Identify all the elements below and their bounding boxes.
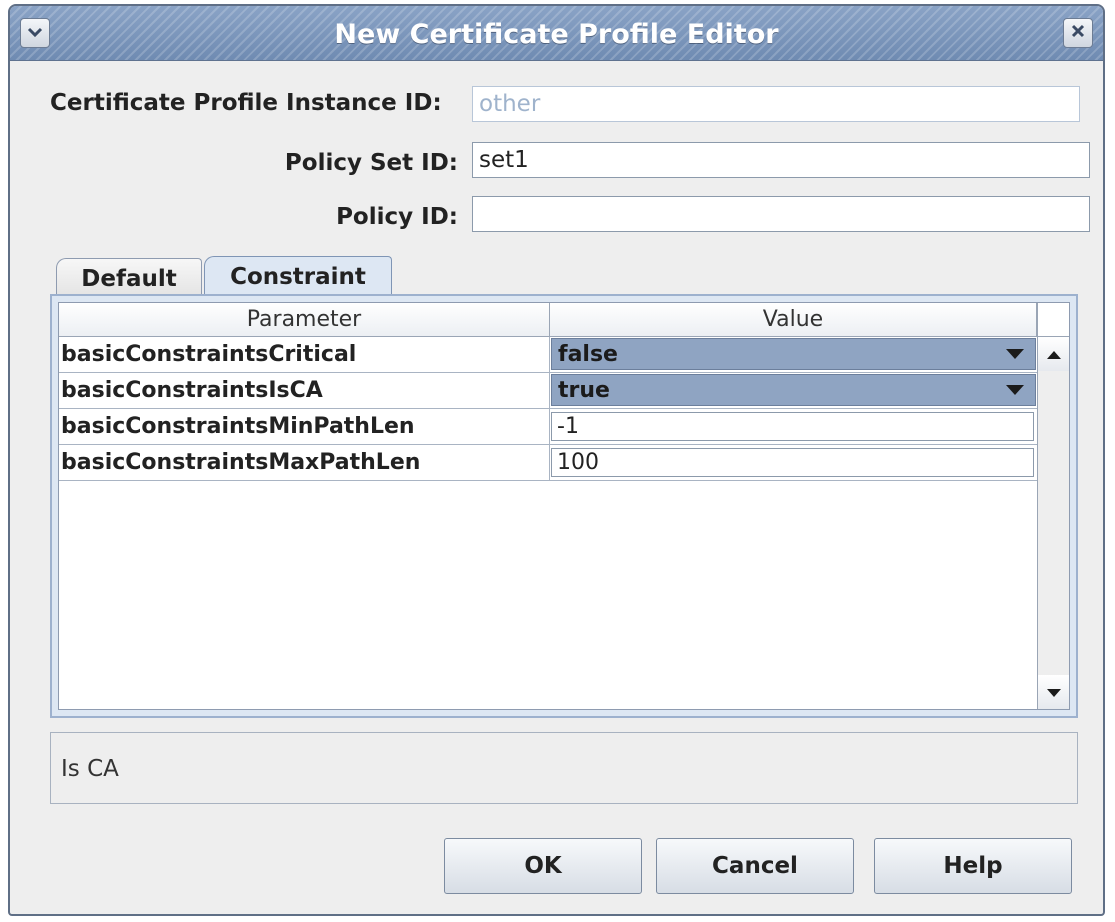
value-cell[interactable]: false — [550, 337, 1037, 373]
parameter-cell[interactable]: basicConstraintsIsCA — [59, 373, 550, 409]
value-cell[interactable]: 100 — [550, 445, 1037, 481]
triangle-down-icon[interactable] — [995, 375, 1035, 405]
table-row[interactable]: basicConstraintsCritical false — [59, 337, 1037, 373]
instance-id-label: Certificate Profile Instance ID: — [50, 90, 442, 116]
instance-id-field: other — [472, 86, 1080, 122]
help-button[interactable]: Help — [874, 838, 1072, 894]
scrollbar-corner — [1038, 303, 1069, 337]
window-title: New Certificate Profile Editor — [334, 19, 779, 50]
table-row[interactable]: basicConstraintsMaxPathLen 100 — [59, 445, 1037, 481]
scroll-down-button[interactable] — [1038, 675, 1069, 709]
triangle-down-icon[interactable] — [995, 339, 1035, 369]
value-text-input[interactable]: 100 — [551, 448, 1034, 477]
parameter-cell[interactable]: basicConstraintsMaxPathLen — [59, 445, 550, 481]
table-row[interactable]: basicConstraintsMinPathLen -1 — [59, 409, 1037, 445]
vertical-scrollbar[interactable] — [1037, 303, 1069, 709]
dropdown-selected-value: true — [558, 378, 610, 403]
parameter-cell[interactable]: basicConstraintsCritical — [59, 337, 550, 373]
scroll-up-button[interactable] — [1038, 337, 1069, 371]
ok-button[interactable]: OK — [444, 838, 642, 894]
close-icon — [1070, 23, 1086, 43]
triangle-down-icon — [1046, 683, 1062, 702]
dialog-window: New Certificate Profile Editor Certifica… — [8, 4, 1105, 916]
constraint-tab-panel: Parameter Value basicConstraintsCritical… — [50, 294, 1078, 718]
close-button[interactable] — [1063, 18, 1093, 48]
parameter-description: Is CA — [50, 732, 1078, 804]
value-text-input[interactable]: -1 — [551, 412, 1034, 441]
tab-constraint[interactable]: Constraint — [204, 256, 392, 298]
value-cell[interactable]: -1 — [550, 409, 1037, 445]
parameters-table: Parameter Value basicConstraintsCritical… — [58, 302, 1070, 710]
table-row[interactable]: basicConstraintsIsCA true — [59, 373, 1037, 409]
tab-default[interactable]: Default — [56, 258, 202, 298]
cancel-button[interactable]: Cancel — [656, 838, 854, 894]
dropdown-selected-value: false — [558, 342, 618, 367]
title-bar[interactable]: New Certificate Profile Editor — [10, 6, 1103, 61]
policy-id-label: Policy ID: — [336, 204, 458, 230]
parameter-column-header[interactable]: Parameter — [59, 303, 550, 337]
parameter-cell[interactable]: basicConstraintsMinPathLen — [59, 409, 550, 445]
value-dropdown[interactable]: true — [551, 374, 1036, 406]
policy-set-id-label: Policy Set ID: — [284, 150, 458, 176]
value-column-header[interactable]: Value — [550, 303, 1037, 337]
policy-id-field[interactable] — [472, 196, 1090, 232]
triangle-up-icon — [1046, 345, 1062, 364]
value-dropdown[interactable]: false — [551, 338, 1036, 370]
policy-set-id-field[interactable]: set1 — [472, 142, 1090, 178]
value-cell[interactable]: true — [550, 373, 1037, 409]
